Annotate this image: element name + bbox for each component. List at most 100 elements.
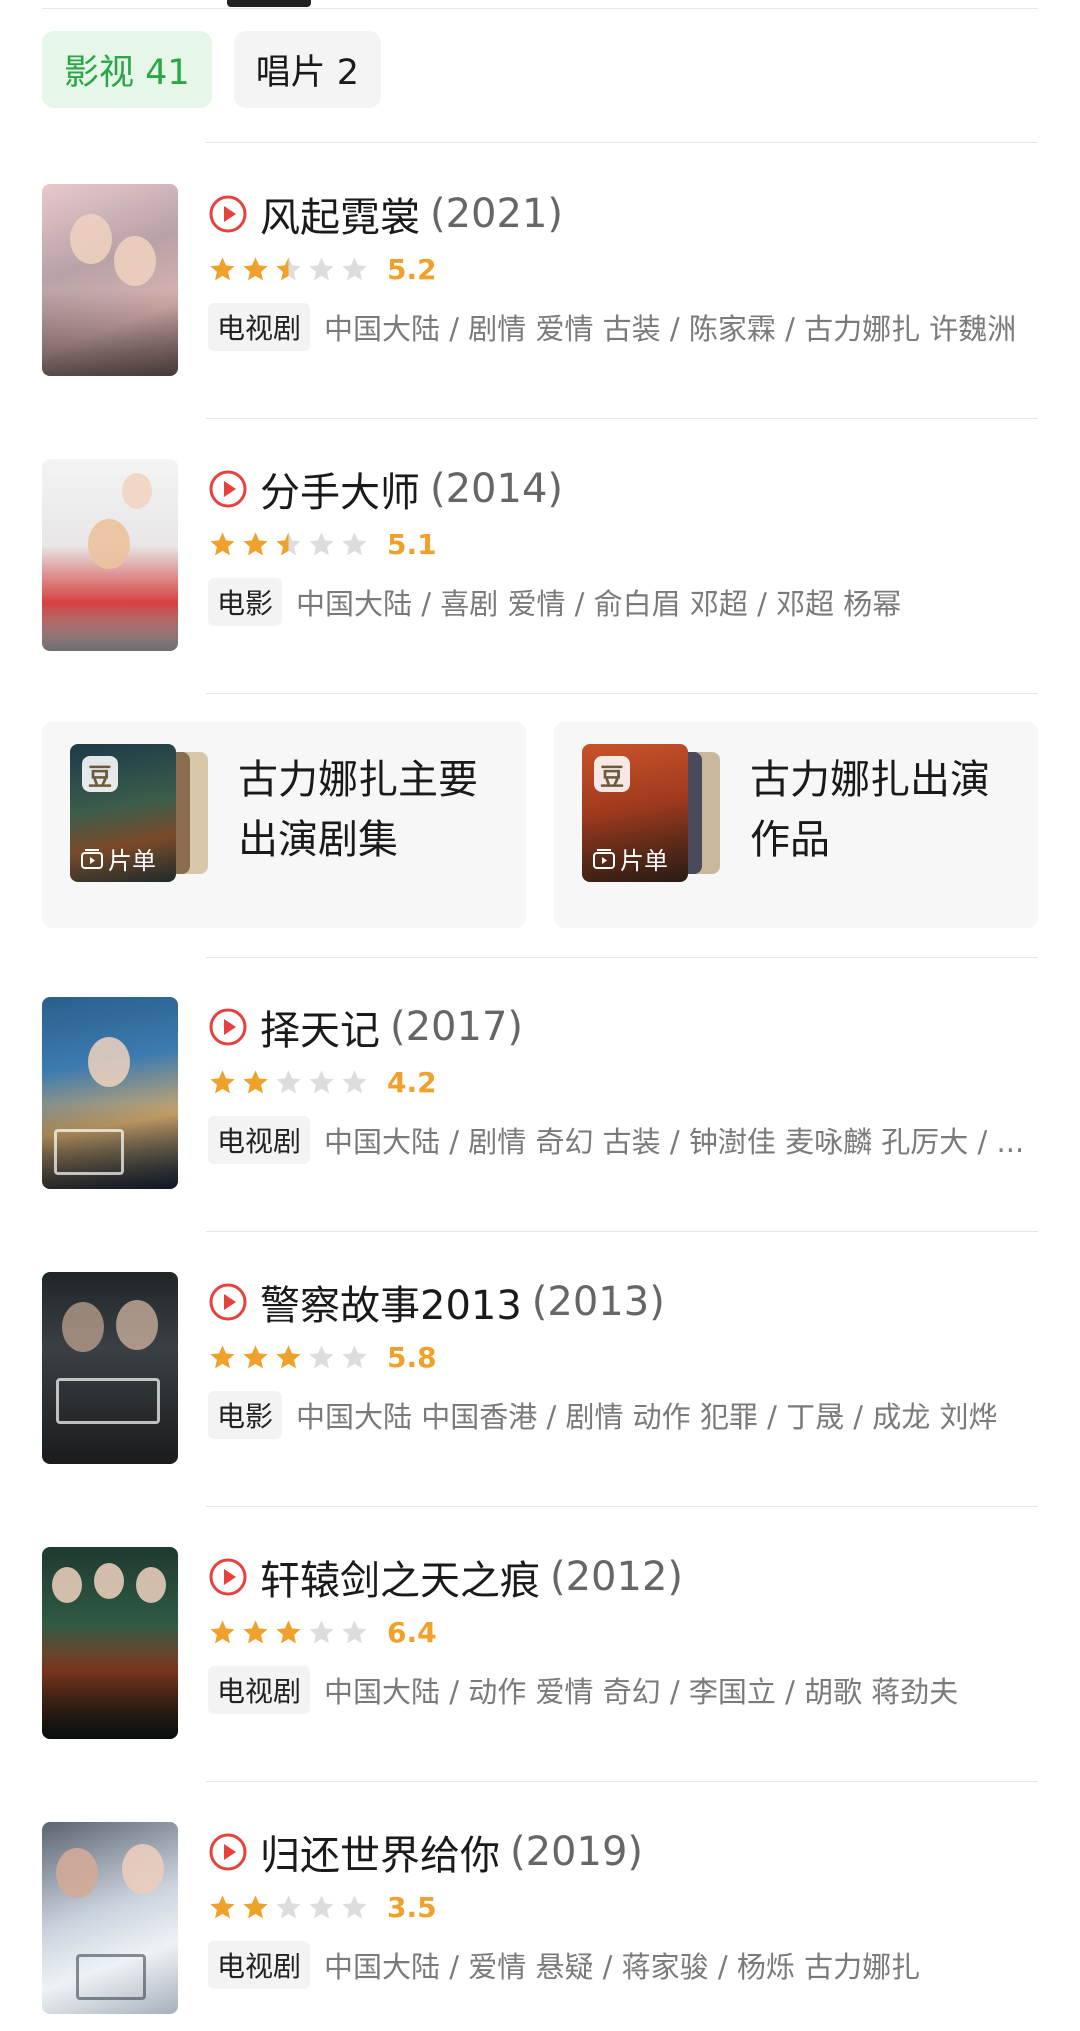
item-meta: 中国大陆 中国香港 / 剧情 动作 犯罪 / 丁晟 / 成龙 刘烨 <box>296 1400 998 1434</box>
row-divider <box>206 1781 1038 1782</box>
item-meta: 中国大陆 / 剧情 爱情 古装 / 陈家霖 / 古力娜扎 许魏洲 <box>324 312 1017 346</box>
type-badge: 电视剧 <box>208 1116 311 1164</box>
star-icon <box>276 1619 301 1643</box>
list-item[interactable]: 警察故事2013 (2013) 5.8 电影 中国大陆 中国香港 / 剧情 动作… <box>42 1272 1038 1464</box>
rating-score: 5.1 <box>387 527 437 561</box>
star-rating <box>208 1068 369 1097</box>
star-icon <box>243 1069 268 1093</box>
item-title: 分手大师 <box>260 470 420 516</box>
item-title: 归还世界给你 <box>260 1833 500 1879</box>
item-year: (2017) <box>390 1004 524 1050</box>
star-icon <box>276 256 301 280</box>
playlist-tag-label: 片单 <box>620 847 668 875</box>
play-icon <box>209 195 247 233</box>
star-icon <box>243 1619 268 1643</box>
list-item[interactable]: 择天记 (2017) 4.2 电视剧 中国大陆 / 剧情 奇幻 古装 / 钟澍佳… <box>42 997 1038 1189</box>
star-icon <box>342 1894 367 1918</box>
star-icon <box>210 531 235 555</box>
star-icon <box>342 531 367 555</box>
star-icon <box>210 256 235 280</box>
filter-chips: 影视 41 唱片 2 <box>42 31 382 108</box>
star-icon <box>342 1069 367 1093</box>
star-icon <box>309 1894 334 1918</box>
type-badge: 电影 <box>208 578 283 626</box>
filter-chip-records[interactable]: 唱片 2 <box>233 31 382 108</box>
list-title: 古力娜扎出演作品 <box>750 757 990 863</box>
list-cover-stack: 豆 片单 <box>582 744 722 882</box>
star-rating <box>208 1893 369 1922</box>
row-divider <box>206 1231 1038 1232</box>
playlist-icon <box>81 848 103 869</box>
playlist-tag: 片单 <box>80 841 156 876</box>
list-item[interactable]: 归还世界给你 (2019) 3.5 电视剧 中国大陆 / 爱情 悬疑 / 蒋家骏… <box>42 1822 1038 2014</box>
row-divider <box>206 1506 1038 1507</box>
play-icon <box>209 1833 247 1871</box>
list-item[interactable]: 风起霓裳 (2021) 5.2 电视剧 中国大陆 / 剧情 爱情 古装 / 陈家… <box>42 184 1038 376</box>
row-divider <box>206 693 1038 694</box>
play-icon <box>209 1008 247 1046</box>
star-icon <box>276 1344 301 1368</box>
star-icon <box>243 256 268 280</box>
rating-score: 3.5 <box>387 1890 437 1924</box>
type-badge: 电视剧 <box>208 1666 311 1714</box>
star-icon <box>210 1344 235 1368</box>
playlist-tag: 片单 <box>592 841 668 876</box>
star-icon <box>342 1344 367 1368</box>
rating-score: 5.8 <box>387 1340 437 1374</box>
star-icon <box>342 256 367 280</box>
rating-score: 6.4 <box>387 1615 437 1649</box>
star-icon <box>309 1619 334 1643</box>
star-icon <box>210 1894 235 1918</box>
star-icon <box>210 1069 235 1093</box>
douban-badge: 豆 <box>82 756 118 792</box>
star-icon <box>309 1344 334 1368</box>
list-item[interactable]: 轩辕剑之天之痕 (2012) 6.4 电视剧 中国大陆 / 动作 爱情 奇幻 /… <box>42 1547 1038 1739</box>
star-rating <box>208 530 369 559</box>
star-icon <box>243 1344 268 1368</box>
star-icon <box>309 1069 334 1093</box>
rating-score: 4.2 <box>387 1065 437 1099</box>
star-icon <box>309 531 334 555</box>
poster-image <box>42 1272 178 1464</box>
star-rating <box>208 255 369 284</box>
type-badge: 电视剧 <box>208 303 311 351</box>
list-item[interactable]: 分手大师 (2014) 5.1 电影 中国大陆 / 喜剧 爱情 / 俞白眉 邓超… <box>42 459 1038 651</box>
douban-list-cards: 豆 片单 古力娜扎主要出演剧集 豆 片单 古力娜扎出演作品 <box>42 722 1038 928</box>
row-divider <box>206 418 1038 419</box>
list-title: 古力娜扎主要出演剧集 <box>238 757 478 863</box>
douban-list-card[interactable]: 豆 片单 古力娜扎主要出演剧集 <box>42 722 526 928</box>
item-title: 轩辕剑之天之痕 <box>260 1558 540 1604</box>
star-icon <box>276 1894 301 1918</box>
item-title: 警察故事2013 <box>260 1283 522 1329</box>
type-badge: 电视剧 <box>208 1941 311 1989</box>
star-icon <box>210 1619 235 1643</box>
row-divider <box>206 142 1038 143</box>
play-icon <box>209 470 247 508</box>
douban-badge: 豆 <box>594 756 630 792</box>
poster-image <box>42 1822 178 2014</box>
item-year: (2013) <box>531 1279 665 1325</box>
list-cover-stack: 豆 片单 <box>70 744 210 882</box>
poster-image <box>42 997 178 1189</box>
filter-chip-film-tv[interactable]: 影视 41 <box>42 31 212 108</box>
type-badge: 电影 <box>208 1391 283 1439</box>
item-meta: 中国大陆 / 喜剧 爱情 / 俞白眉 邓超 / 邓超 杨幂 <box>296 587 902 621</box>
item-meta: 中国大陆 / 动作 爱情 奇幻 / 李国立 / 胡歌 蒋劲夫 <box>324 1675 959 1709</box>
star-rating <box>208 1618 369 1647</box>
star-icon <box>309 256 334 280</box>
top-divider <box>42 8 1038 9</box>
star-icon <box>243 1894 268 1918</box>
item-meta: 中国大陆 / 爱情 悬疑 / 蒋家骏 / 杨烁 古力娜扎 <box>324 1950 921 1984</box>
item-year: (2012) <box>550 1554 684 1600</box>
item-year: (2019) <box>510 1829 644 1875</box>
item-year: (2014) <box>430 466 564 512</box>
rating-score: 5.2 <box>387 252 437 286</box>
star-icon <box>243 531 268 555</box>
playlist-icon <box>593 848 615 869</box>
play-icon <box>209 1283 247 1321</box>
item-meta: 中国大陆 / 剧情 奇幻 古装 / 钟澍佳 麦咏麟 孔厉大 / ... <box>324 1125 1025 1159</box>
active-tab-indicator <box>227 0 311 7</box>
douban-list-card[interactable]: 豆 片单 古力娜扎出演作品 <box>554 722 1038 928</box>
star-icon <box>276 531 301 555</box>
item-year: (2021) <box>430 191 564 237</box>
